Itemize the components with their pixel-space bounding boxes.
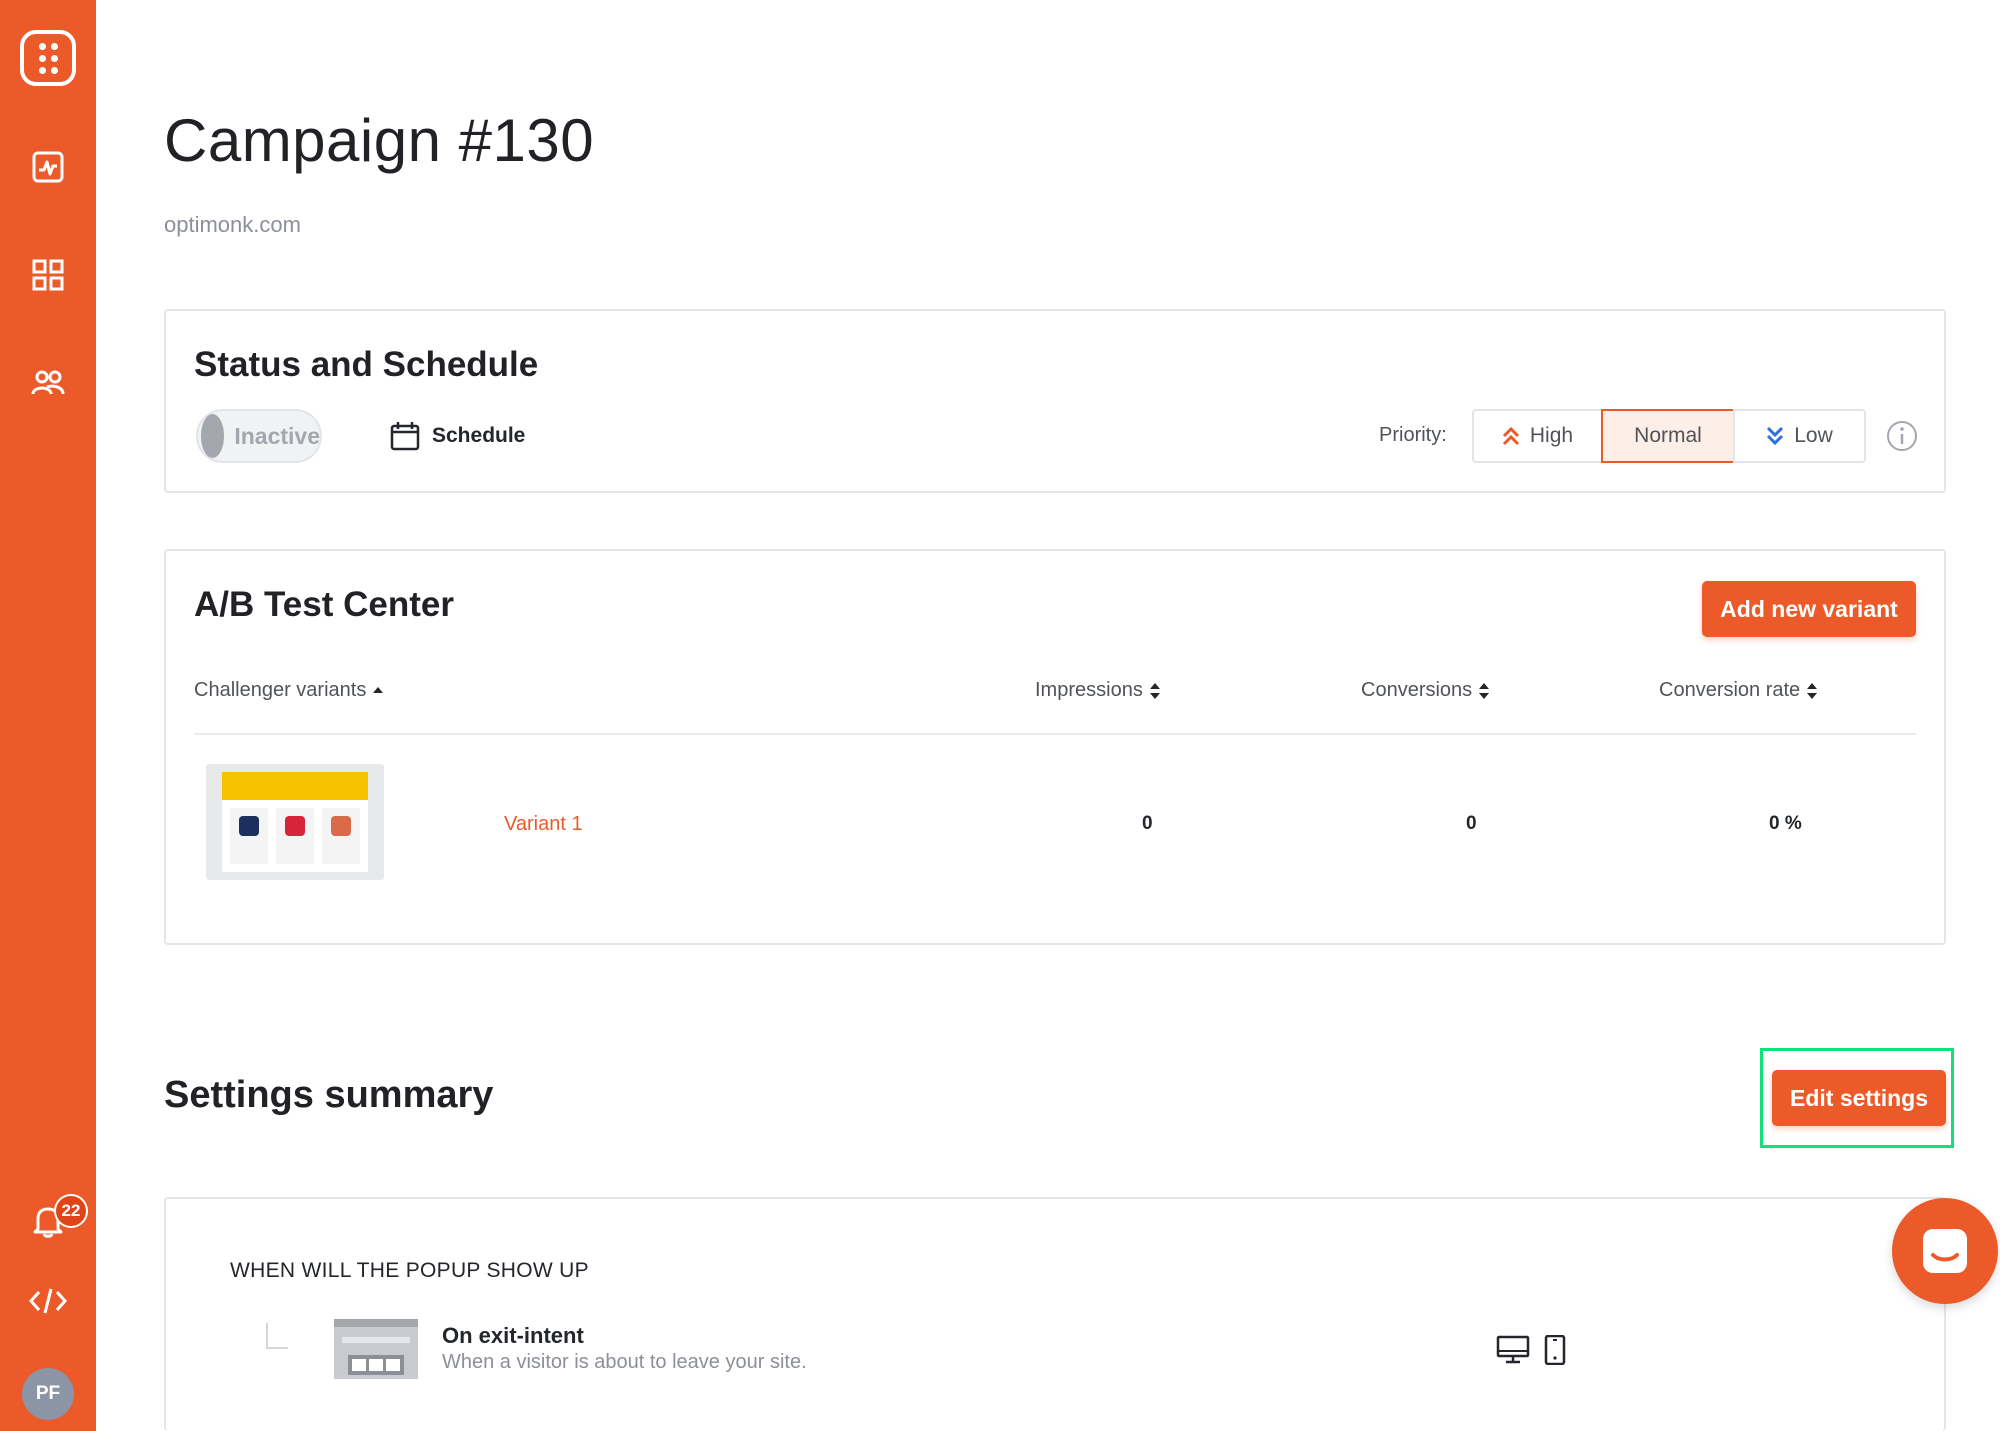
column-header-conversions-label: Conversions: [1361, 679, 1473, 701]
chat-widget-button[interactable]: [1892, 1198, 1998, 1304]
sidebar-item-notifications[interactable]: 22: [0, 1194, 96, 1238]
variant-thumbnail[interactable]: [206, 764, 384, 880]
sidebar-item-campaigns[interactable]: [0, 258, 96, 292]
column-header-impressions-label: Impressions: [1035, 679, 1143, 701]
sort-icon: [1149, 682, 1160, 699]
settings-summary-title: Settings summary: [164, 1074, 494, 1116]
priority-high-label: High: [1529, 424, 1574, 447]
sidebar-item-code[interactable]: [0, 1286, 96, 1316]
schedule-label: Schedule: [432, 424, 526, 447]
double-chevron-up-icon: [1502, 426, 1519, 446]
when-popup-title: WHEN WILL THE POPUP SHOW UP: [230, 1259, 589, 1282]
status-schedule-card: Status and Schedule Inactive Schedule Pr…: [164, 309, 1946, 493]
variant-preview-image: [222, 772, 368, 872]
priority-normal-label: Normal: [1634, 424, 1702, 447]
status-toggle-label: Inactive: [234, 422, 320, 449]
priority-low-label: Low: [1794, 424, 1833, 447]
sort-up-icon: [373, 686, 384, 693]
variant-link[interactable]: Variant 1: [504, 813, 583, 836]
sort-icon: [1479, 682, 1490, 699]
column-header-conversion-rate-label: Conversion rate: [1659, 679, 1801, 701]
priority-low-button[interactable]: Low: [1733, 409, 1866, 463]
trigger-description: When a visitor is about to leave your si…: [442, 1351, 807, 1373]
column-header-conversion-rate[interactable]: Conversion rate: [1659, 679, 1818, 702]
analytics-icon: [32, 151, 64, 183]
status-schedule-title: Status and Schedule: [194, 345, 539, 384]
ab-test-card: A/B Test Center Add new variant Challeng…: [164, 549, 1946, 945]
info-icon[interactable]: [1885, 419, 1919, 453]
priority-label: Priority:: [1379, 424, 1447, 446]
add-variant-button[interactable]: Add new variant: [1702, 581, 1916, 637]
exit-intent-illustration: [334, 1319, 418, 1379]
sort-icon: [1807, 682, 1818, 699]
logo[interactable]: [0, 26, 96, 90]
priority-selector: High Normal Low: [1472, 409, 1866, 463]
tree-connector: [266, 1323, 288, 1349]
column-header-conversions[interactable]: Conversions: [1361, 679, 1490, 702]
column-header-variants[interactable]: Challenger variants: [194, 679, 384, 702]
column-header-variants-label: Challenger variants: [194, 679, 367, 701]
sidebar-item-users[interactable]: [0, 368, 96, 398]
popup-trigger-card: WHEN WILL THE POPUP SHOW UP On exit-inte…: [164, 1197, 1946, 1431]
chat-icon: [1923, 1229, 1967, 1273]
variant-impressions: 0: [1142, 813, 1153, 834]
status-toggle[interactable]: Inactive: [196, 409, 322, 463]
table-divider: [194, 733, 1916, 735]
priority-high-button[interactable]: High: [1472, 409, 1603, 463]
campaign-domain: optimonk.com: [164, 212, 301, 237]
sidebar: 22 PF: [0, 0, 96, 1431]
notification-badge: 22: [54, 1194, 88, 1228]
desktop-icon: [1496, 1335, 1530, 1364]
user-menu[interactable]: PF: [0, 1368, 96, 1420]
schedule-button[interactable]: Schedule: [390, 413, 525, 459]
campaigns-icon: [32, 259, 64, 291]
sidebar-item-analytics[interactable]: [0, 150, 96, 184]
variant-conversions: 0: [1466, 813, 1477, 834]
calendar-icon: [390, 422, 420, 451]
mobile-icon: [1544, 1335, 1566, 1365]
double-chevron-down-icon: [1767, 426, 1784, 446]
trigger-title: On exit-intent: [442, 1323, 584, 1348]
priority-normal-button[interactable]: Normal: [1601, 409, 1735, 463]
column-header-impressions[interactable]: Impressions: [1035, 679, 1161, 702]
page-title: Campaign #130: [164, 107, 595, 174]
avatar: PF: [22, 1368, 74, 1420]
toggle-knob: [201, 414, 225, 458]
edit-settings-button[interactable]: Edit settings: [1772, 1070, 1946, 1126]
dots-grid-logo-icon: [20, 30, 76, 86]
users-icon: [31, 370, 65, 395]
code-icon: [29, 1288, 67, 1314]
variant-conversion-rate: 0 %: [1769, 813, 1802, 834]
ab-test-title: A/B Test Center: [194, 585, 454, 624]
